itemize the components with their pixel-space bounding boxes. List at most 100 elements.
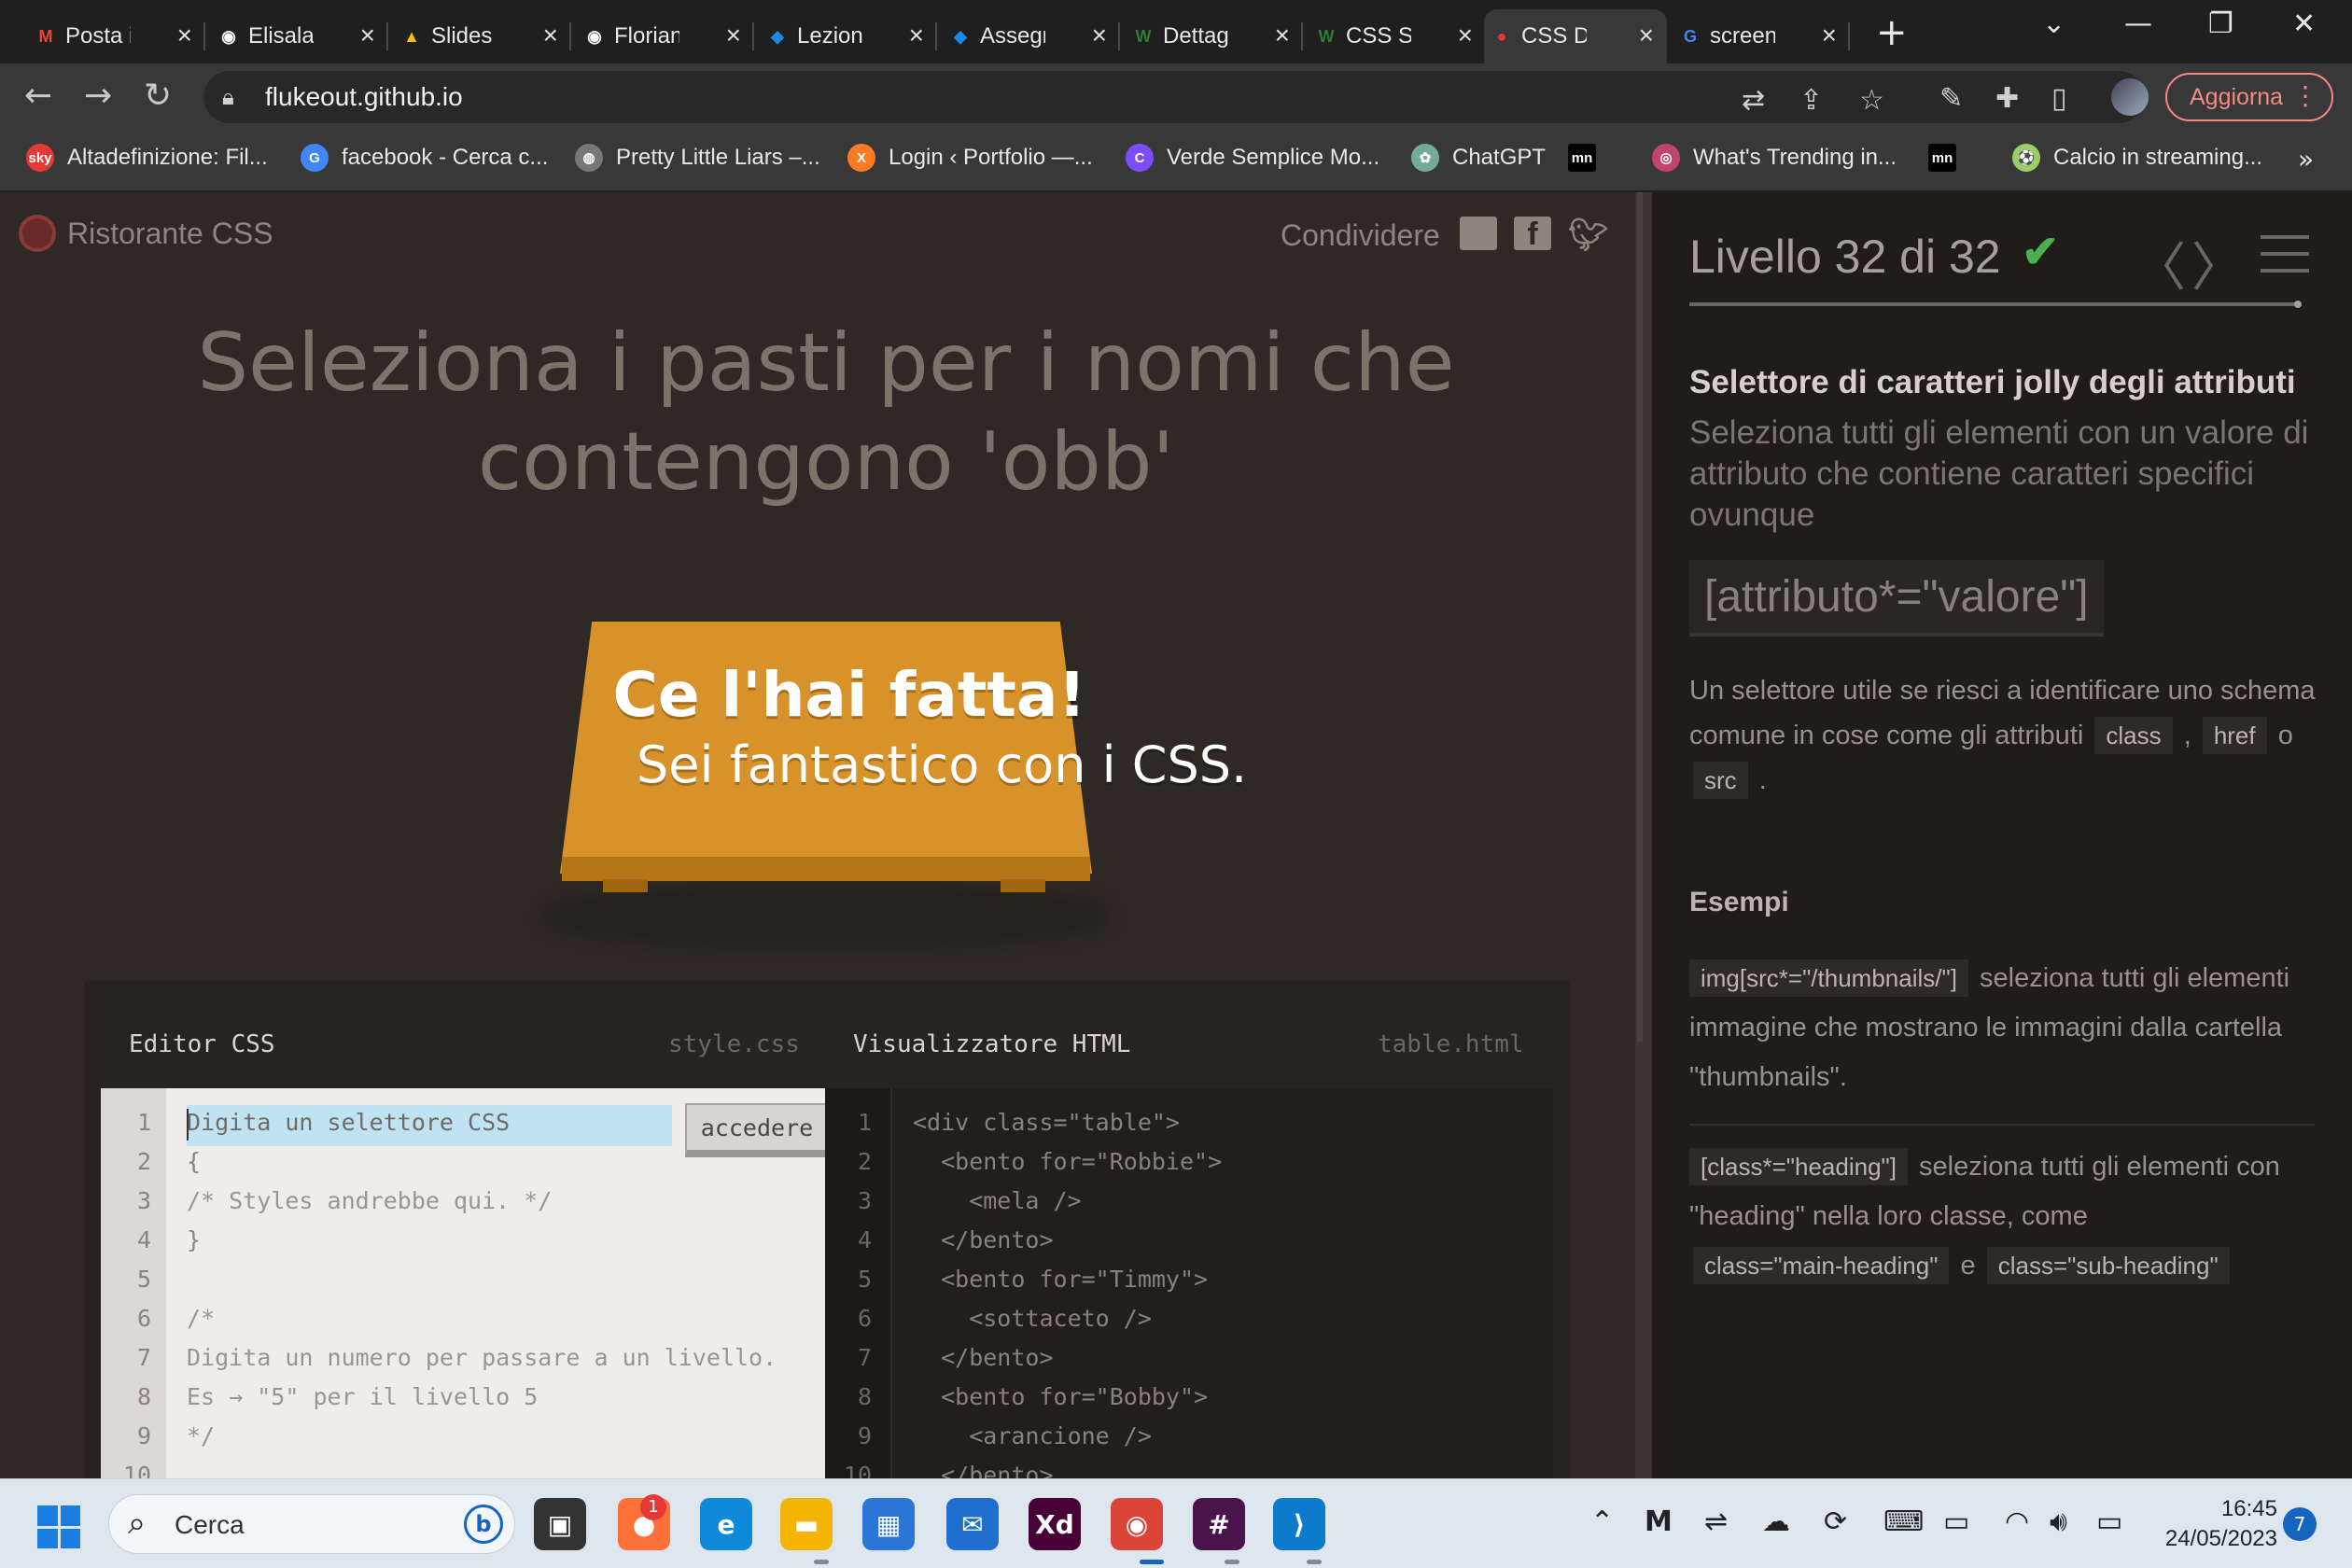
example-2-code-sub: class="sub-heading" <box>1986 1247 2230 1284</box>
battery-icon[interactable]: ▭ <box>2096 1505 2122 1538</box>
bookmark-item[interactable]: ◎ What's Trending in... <box>1652 144 1897 172</box>
twitter-icon[interactable]: 🐦︎ <box>1568 217 1608 254</box>
update-button[interactable]: Aggiorna ⋮ <box>2165 73 2333 121</box>
mail-icon[interactable]: ✉ <box>946 1498 999 1550</box>
display-tray-icon[interactable]: ▭ <box>1943 1505 1969 1538</box>
html-code-line[interactable]: <arancione /> <box>913 1422 1152 1449</box>
gmail-tray-icon[interactable]: M <box>1645 1505 1673 1538</box>
restore-icon[interactable]: ❐ <box>2208 7 2233 40</box>
bookmark-item[interactable]: mn <box>1568 144 1609 172</box>
bookmark-item[interactable]: sky Altadefinizione: Fil... <box>26 144 268 172</box>
search-icon: ⌕ <box>128 1505 147 1542</box>
browser-tab[interactable]: Gscreenshot × <box>1673 9 1850 63</box>
translate-icon[interactable]: ⇄ <box>1742 84 1765 117</box>
extension-pen-icon[interactable]: ✎ <box>1939 82 1963 115</box>
bookmark-item[interactable]: Gfacebook - Cerca c... <box>301 144 548 172</box>
forward-icon[interactable]: → <box>84 77 112 115</box>
pane-divider[interactable] <box>1635 192 1652 1478</box>
notification-badge[interactable]: 7 <box>2283 1507 2317 1541</box>
chrome-icon[interactable]: ◉ <box>1111 1498 1163 1550</box>
close-tab-icon[interactable]: × <box>726 21 741 50</box>
task-view-icon[interactable]: ▣ <box>534 1498 586 1550</box>
settings-tray-icon[interactable]: ⇌ <box>1704 1505 1728 1538</box>
html-code-line[interactable]: <div class="table"> <box>913 1109 1180 1136</box>
previous-level-icon[interactable]: 〈 <box>2134 226 2186 301</box>
browser-tab[interactable]: W CSS Selectors × <box>1309 9 1486 63</box>
side-panel-icon[interactable]: ▯ <box>2051 82 2067 115</box>
browser-tab[interactable]: ◉ Florian × <box>577 9 754 63</box>
close-window-icon[interactable]: ✕ <box>2292 7 2316 40</box>
bing-icon[interactable]: b <box>464 1505 503 1544</box>
volume-icon[interactable]: 🔊︎ <box>2050 1505 2067 1538</box>
url-text[interactable]: flukeout.github.io <box>265 82 463 112</box>
taskbar-clock[interactable]: 16:45 24/05/2023 <box>2147 1494 2277 1554</box>
bookmark-item[interactable]: C Verde Semplice Mo... <box>1126 144 1379 172</box>
bookmark-item[interactable]: mn <box>1928 144 1969 172</box>
extensions-puzzle-icon[interactable]: ✚ <box>1995 82 2019 115</box>
progress-end-dot <box>2294 301 2302 308</box>
new-tab-icon[interactable]: + <box>1876 11 1908 54</box>
html-code-line[interactable]: <bento for="Bobby"> <box>913 1383 1208 1410</box>
onedrive-tray-icon[interactable]: ☁ <box>1762 1505 1790 1538</box>
keyboard-tray-icon[interactable]: ⌨ <box>1883 1505 1924 1538</box>
bookmarks-overflow-icon[interactable]: » <box>2298 144 2314 175</box>
bookmark-item[interactable]: ◍ Pretty Little Liars –... <box>575 144 820 172</box>
close-tab-icon[interactable]: × <box>909 21 924 50</box>
adobe-xd-icon[interactable]: Xd <box>1029 1498 1081 1550</box>
close-tab-icon[interactable]: × <box>1458 21 1473 50</box>
html-code-line[interactable]: <mela /> <box>913 1187 1081 1214</box>
reload-icon[interactable]: ↻ <box>144 77 172 115</box>
browser-tab[interactable]: ◆ Lezioni × <box>760 9 937 63</box>
close-tab-icon[interactable]: × <box>543 21 558 50</box>
level-menu-icon[interactable] <box>2261 235 2309 276</box>
edge-icon[interactable]: e <box>700 1498 752 1550</box>
browser-tab[interactable]: ◉ Elisalan × <box>211 9 388 63</box>
close-tab-icon[interactable]: × <box>1092 21 1107 50</box>
sync-tray-icon[interactable]: ⟳ <box>1824 1505 1847 1538</box>
address-bar[interactable]: 🔒︎ flukeout.github.io ⇄ ⇪ ☆ <box>203 71 2145 123</box>
bookmark-item[interactable]: X Login ‹ Portfolio —... <box>847 144 1093 172</box>
html-code-line[interactable]: </bento> <box>913 1462 1053 1478</box>
minimize-icon[interactable]: — <box>2124 7 2152 40</box>
taskbar-search[interactable]: ⌕ Cerca b <box>108 1494 515 1554</box>
close-tab-icon[interactable]: × <box>177 21 192 50</box>
html-code-line[interactable]: </bento> <box>913 1226 1053 1253</box>
email-icon[interactable] <box>1460 217 1497 250</box>
more-menu-icon[interactable]: ⋮ <box>2292 80 2318 111</box>
file-explorer-icon[interactable]: ▬ <box>780 1498 833 1550</box>
chevron-down-icon[interactable]: ⌄ <box>2042 7 2065 40</box>
close-tab-icon[interactable]: × <box>1639 21 1654 50</box>
browser-tab[interactable]: M Posta in arrivo × <box>28 9 205 63</box>
back-icon[interactable]: ← <box>24 77 52 115</box>
css-input-placeholder[interactable]: Digita un selettore CSS <box>187 1109 510 1136</box>
share-icon[interactable]: ⇪ <box>1799 84 1823 117</box>
facebook-icon[interactable]: f <box>1514 217 1551 252</box>
microsoft-store-icon[interactable]: ▦ <box>862 1498 915 1550</box>
close-tab-icon[interactable]: × <box>1275 21 1290 50</box>
scrollbar-thumb[interactable] <box>1637 192 1643 1042</box>
enter-button[interactable]: accedere <box>685 1103 829 1157</box>
vscode-icon[interactable]: ⟩ <box>1273 1498 1325 1550</box>
bookmark-star-icon[interactable]: ☆ <box>1859 84 1884 117</box>
browser-tab[interactable]: ● CSS Diner × <box>1484 9 1667 63</box>
brand[interactable]: Ristorante CSS <box>19 215 273 252</box>
browser-tab[interactable]: W Dettagli × <box>1126 9 1303 63</box>
next-level-icon[interactable]: 〉 <box>2191 226 2244 301</box>
html-code-line[interactable]: <bento for="Robbie"> <box>913 1148 1222 1175</box>
lock-icon[interactable]: 🔒︎ <box>222 84 234 110</box>
slack-icon[interactable]: # <box>1193 1498 1245 1550</box>
windows-start-icon[interactable] <box>37 1505 80 1548</box>
profile-avatar[interactable] <box>2111 78 2149 116</box>
html-code-line[interactable]: <bento for="Timmy"> <box>913 1266 1208 1293</box>
wifi-icon[interactable]: ◠ <box>2005 1505 2029 1538</box>
tray-overflow-icon[interactable]: ⌃ <box>1590 1505 1614 1538</box>
browser-tab[interactable]: ▲ Slides × <box>394 9 571 63</box>
html-code-line[interactable]: <sottaceto /> <box>913 1305 1152 1332</box>
bookmark-item[interactable]: ✿ ChatGPT <box>1411 144 1546 172</box>
close-tab-icon[interactable]: × <box>360 21 375 50</box>
css-code-line: */ <box>187 1422 216 1449</box>
bookmark-item[interactable]: ⚽ Calcio in streaming... <box>2012 144 2262 172</box>
browser-tab[interactable]: ◆ Assegni × <box>943 9 1120 63</box>
html-code-line[interactable]: </bento> <box>913 1344 1053 1371</box>
close-tab-icon[interactable]: × <box>1822 21 1837 50</box>
